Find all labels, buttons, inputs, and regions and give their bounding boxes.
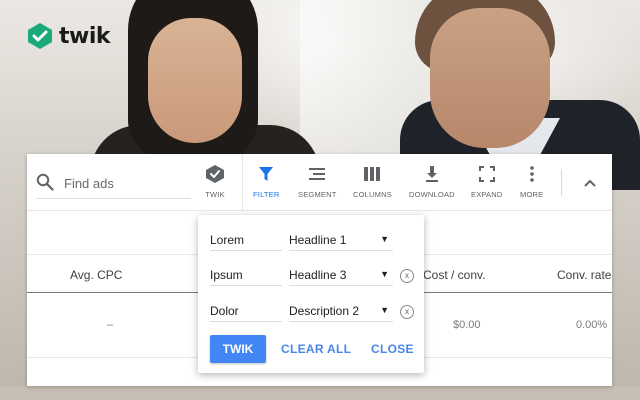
toolbar-divider <box>242 154 243 211</box>
toolbar-label: EXPAND <box>471 190 503 199</box>
toolbar-expand-button[interactable]: EXPAND <box>471 164 503 204</box>
twik-logo-icon <box>206 165 224 183</box>
column-header-cost-per-conv[interactable]: Cost / conv. <box>423 268 485 282</box>
filter-name-field[interactable]: Dolor <box>210 302 282 322</box>
filter-icon <box>259 167 274 181</box>
remove-filter-icon[interactable]: x <box>400 269 414 283</box>
segment-icon <box>309 168 326 180</box>
dropdown-arrow-icon: ▼ <box>380 234 389 244</box>
filter-value-select[interactable]: Headline 3 ▼ <box>289 266 393 286</box>
background-desk <box>0 386 640 400</box>
column-header-avg-cpc[interactable]: Avg. CPC <box>70 268 122 282</box>
toolbar-label: TWIK <box>205 190 225 199</box>
filter-row: Dolor Description 2 ▼ x <box>210 302 420 322</box>
toolbar-more-button[interactable]: MORE <box>520 164 543 204</box>
more-vert-icon <box>529 166 534 182</box>
cell-avg-cpc: – <box>107 319 114 331</box>
toolbar-label: COLUMNS <box>353 190 392 199</box>
dropdown-arrow-icon: ▼ <box>380 305 389 315</box>
column-header-conv-rate[interactable]: Conv. rate <box>557 268 611 282</box>
search-input[interactable] <box>64 173 184 193</box>
background-person-left-face <box>148 18 242 143</box>
toolbar-download-button[interactable]: DOWNLOAD <box>409 164 455 204</box>
toolbar-filter-button[interactable]: FILTER <box>253 164 279 204</box>
filter-value-label: Headline 3 <box>289 268 347 282</box>
filter-value-label: Description 2 <box>289 304 360 318</box>
brand-name: twik <box>59 23 111 49</box>
toolbar-label: MORE <box>520 190 544 199</box>
columns-icon <box>364 167 381 181</box>
search-underline <box>36 198 191 199</box>
cell-cost-per-conv: $0.00 <box>453 319 481 331</box>
download-icon <box>425 166 438 182</box>
filter-value-select[interactable]: Description 2 ▼ <box>289 302 393 322</box>
remove-filter-icon[interactable]: x <box>400 305 414 319</box>
toolbar-label: DOWNLOAD <box>409 190 455 199</box>
filter-name-field[interactable]: Lorem <box>210 231 282 251</box>
close-button[interactable]: CLOSE <box>371 335 414 363</box>
twik-logo-icon <box>28 23 52 49</box>
expand-icon <box>478 166 495 182</box>
toolbar-segment-button[interactable]: SEGMENT <box>298 164 337 204</box>
background-person-right-face <box>430 8 550 148</box>
cell-conv-rate: 0.00% <box>576 319 608 331</box>
clear-all-button[interactable]: CLEAR ALL <box>281 335 351 363</box>
brand-logo: twik <box>27 22 111 50</box>
filter-popup: Lorem Headline 1 ▼ Ipsum Headline 3 ▼ x … <box>198 215 424 373</box>
filter-value-label: Headline 1 <box>289 233 347 247</box>
toolbar: TWIK FILTER SEGMENT COLUMNS <box>27 154 612 211</box>
toolbar-twik-button[interactable]: TWIK <box>205 164 225 204</box>
toolbar-columns-button[interactable]: COLUMNS <box>353 164 392 204</box>
dropdown-arrow-icon: ▼ <box>380 269 389 279</box>
toolbar-divider <box>561 169 562 196</box>
toolbar-label: FILTER <box>253 190 280 199</box>
search-icon[interactable] <box>36 173 54 191</box>
apply-twik-button[interactable]: TWIK <box>210 335 266 363</box>
filter-value-select[interactable]: Headline 1 ▼ <box>289 231 393 251</box>
filter-row: Ipsum Headline 3 ▼ x <box>210 266 420 286</box>
toolbar-label: SEGMENT <box>298 190 337 199</box>
filter-row: Lorem Headline 1 ▼ <box>210 231 420 251</box>
filter-name-field[interactable]: Ipsum <box>210 266 282 286</box>
chevron-up-icon[interactable] <box>580 173 600 193</box>
